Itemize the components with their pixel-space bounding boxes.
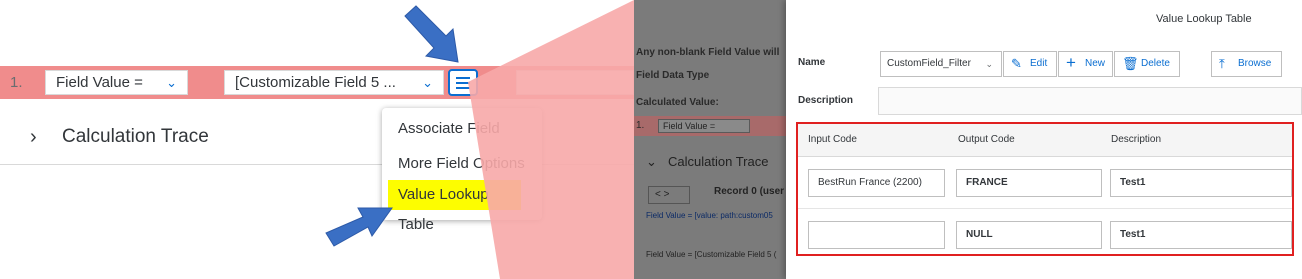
column-header-output-code: Output Code: [958, 134, 1015, 145]
table-header: Input Code Output Code Description: [798, 124, 1292, 157]
input-code-cell[interactable]: [808, 221, 945, 249]
browse-button[interactable]: ⤒ Browse: [1211, 51, 1282, 77]
upload-icon: ⤒: [1219, 56, 1225, 71]
background-row-number: 1.: [636, 120, 645, 131]
background-record-label: Record 0 (user: [714, 186, 785, 197]
plus-icon: +: [1066, 53, 1076, 72]
customizable-field-select[interactable]: [Customizable Field 5 ... ⌄: [224, 70, 444, 95]
value-lookup-table-dialog: Value Lookup Table Name CustomField_Filt…: [786, 0, 1302, 279]
output-code-cell[interactable]: FRANCE: [956, 169, 1102, 197]
delete-button-label: Delete: [1141, 58, 1170, 69]
new-button[interactable]: + New: [1058, 51, 1113, 77]
pencil-icon: ✎: [1011, 56, 1022, 71]
delete-button[interactable]: 🗑 Delete: [1114, 51, 1180, 77]
menu-button[interactable]: [448, 69, 478, 96]
row-divider: [798, 208, 1292, 209]
output-code-cell[interactable]: NULL: [956, 221, 1102, 249]
description-cell[interactable]: Test1: [1110, 221, 1292, 249]
arrow-to-menu-button-icon: [404, 5, 459, 63]
chevron-right-icon[interactable]: ›: [30, 126, 37, 149]
menu-item-associate-field[interactable]: Associate Field: [398, 120, 500, 137]
background-nav-buttons: < >: [648, 186, 690, 204]
filter-row: 1. Field Value = ⌄ [Customizable Field 5…: [0, 66, 634, 99]
column-header-input-code: Input Code: [808, 134, 857, 145]
customizable-field-select-label: [Customizable Field 5 ...: [235, 74, 396, 91]
background-text: Calculated Value:: [636, 97, 719, 108]
description-cell[interactable]: Test1: [1110, 169, 1292, 197]
name-select[interactable]: CustomField_Filter ⌄: [880, 51, 1002, 77]
background-row: 1. Field Value =: [634, 116, 786, 136]
field-value-select[interactable]: Field Value = ⌄: [45, 70, 188, 95]
dialog-title: Value Lookup Table: [1156, 13, 1252, 25]
chevron-down-icon: ⌄: [646, 154, 657, 169]
menu-item-value-lookup-table[interactable]: Value Lookup Table: [388, 180, 521, 233]
chevron-down-icon: ⌄: [422, 75, 433, 90]
edit-button-label: Edit: [1030, 58, 1048, 69]
background-field-value-line: Field Value = [Customizable Field 5 (: [646, 250, 777, 259]
row-number: 1.: [10, 74, 23, 91]
chevron-down-icon: ⌄: [166, 75, 177, 90]
column-header-description: Description: [1111, 134, 1162, 145]
description-label: Description: [798, 95, 854, 106]
background-select: Field Value =: [658, 119, 750, 133]
menu-item-more-field-options[interactable]: More Field Options: [398, 155, 525, 172]
value-input[interactable]: [516, 70, 634, 95]
edit-button[interactable]: ✎ Edit: [1003, 51, 1057, 77]
field-value-select-label: Field Value =: [56, 74, 143, 91]
background-calc-title: Calculation Trace: [668, 154, 769, 169]
background-text: Field Data Type: [636, 70, 710, 81]
calculation-trace-title: Calculation Trace: [62, 126, 209, 147]
input-code-cell[interactable]: BestRun France (2200): [808, 169, 945, 197]
trash-icon: 🗑: [1122, 56, 1139, 71]
dimmed-background-panel: Any non-blank Field Value will Field Dat…: [634, 0, 786, 279]
name-label: Name: [798, 57, 826, 68]
browse-button-label: Browse: [1238, 58, 1272, 69]
new-button-label: New: [1085, 58, 1106, 69]
description-input[interactable]: [878, 87, 1302, 115]
options-popover: Associate Field More Field Options Value…: [382, 108, 542, 233]
background-text: Any non-blank Field Value will: [636, 47, 780, 58]
background-field-value-line: Field Value = [value: path:custom05: [646, 211, 773, 220]
name-select-value: CustomField_Filter: [887, 58, 971, 69]
lookup-table: Input Code Output Code Description BestR…: [796, 122, 1294, 256]
chevron-down-icon: ⌄: [985, 59, 993, 69]
